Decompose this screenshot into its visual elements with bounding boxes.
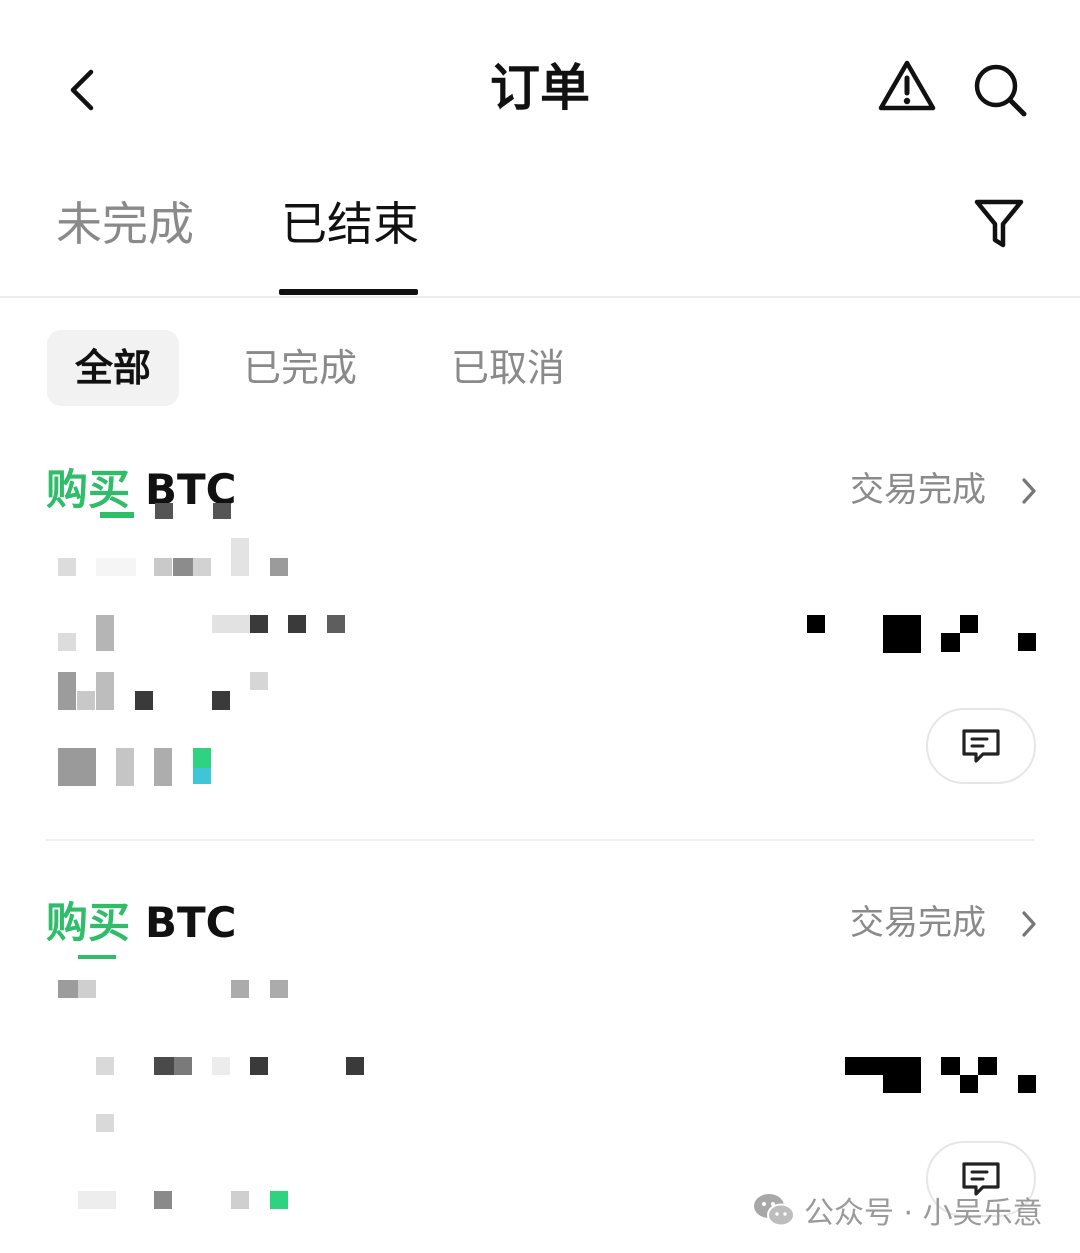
order-divider [46,839,1034,841]
tabs-divider [0,296,1080,298]
warning-icon [878,60,936,111]
chevron-right-icon[interactable] [1016,909,1042,939]
order-side: 购买 [46,898,131,947]
order-status: 交易完成 [850,470,986,510]
report-button[interactable] [876,56,938,116]
search-icon [974,64,1027,117]
watermark: 公众号 · 小吴乐意 [752,1188,1043,1232]
subtab-cancelled[interactable]: 已取消 [451,330,565,406]
watermark-text: 公众号 · 小吴乐意 [804,1196,1043,1231]
order-side: 购买 [46,465,131,514]
filter-button[interactable] [970,196,1028,252]
tab-finished[interactable]: 已结束 [281,192,419,256]
chat-button[interactable] [926,708,1036,784]
tab-unfinished[interactable]: 未完成 [56,192,194,256]
chevron-right-icon[interactable] [1016,476,1042,506]
active-tab-indicator [279,289,418,295]
message-icon [962,729,1000,763]
order-asset: BTC [145,898,237,947]
filter-icon [974,199,1024,248]
search-button[interactable] [970,60,1030,120]
subtab-all[interactable]: 全部 [47,330,180,406]
subtab-completed[interactable]: 已完成 [243,330,357,406]
wechat-icon [754,1194,795,1227]
order-status: 交易完成 [850,903,986,943]
